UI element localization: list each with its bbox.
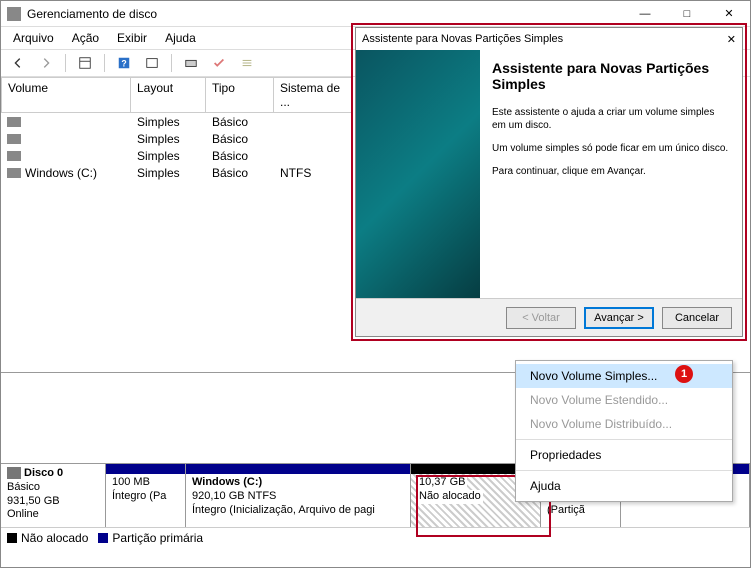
partition-size: 100 MB [112, 476, 179, 490]
wizard-text: Para continuar, clique em Avançar. [492, 165, 730, 178]
wizard-close-button[interactable]: ✕ [727, 33, 736, 46]
volume-name: Windows (C:) [25, 166, 97, 180]
drive-icon [7, 134, 21, 144]
list-button[interactable] [236, 53, 258, 73]
menu-exibir[interactable]: Exibir [109, 29, 155, 47]
col-filesystem[interactable]: Sistema de ... [274, 77, 352, 113]
col-tipo[interactable]: Tipo [206, 77, 274, 113]
refresh-button[interactable] [141, 53, 163, 73]
drive-icon [7, 117, 21, 127]
partition[interactable]: Windows (C:) 920,10 GB NTFS Íntegro (Ini… [186, 464, 411, 527]
separator [516, 470, 732, 471]
legend-primary: Partição primária [98, 531, 203, 545]
disk-type: Básico [7, 481, 99, 495]
menu-ajuda[interactable]: Ajuda [157, 29, 204, 47]
legend: Não alocado Partição primária [1, 527, 750, 547]
wizard-titlebar: Assistente para Novas Partições Simples … [356, 28, 742, 50]
partition-status: Não alocado [417, 490, 483, 504]
drive-icon [7, 151, 21, 161]
forward-button[interactable] [35, 53, 57, 73]
help-button[interactable]: ? [113, 53, 135, 73]
wizard-footer: < Voltar Avançar > Cancelar [356, 298, 742, 336]
window-title: Gerenciamento de disco [27, 7, 624, 21]
partition-size: 920,10 GB NTFS [192, 490, 404, 504]
volume-fs: NTFS [274, 166, 352, 180]
ctx-novo-volume-estendido: Novo Volume Estendido... [516, 388, 732, 412]
wizard-dialog: Assistente para Novas Partições Simples … [355, 27, 743, 337]
partition-status: Íntegro (Inicialização, Arquivo de pagi [192, 504, 404, 518]
disk-icon [7, 467, 21, 479]
partition-status: Íntegro (Pa [112, 490, 179, 504]
separator [516, 439, 732, 440]
disk-status: Online [7, 508, 99, 522]
menu-arquivo[interactable]: Arquivo [5, 29, 62, 47]
wizard-back-button: < Voltar [506, 307, 576, 329]
partition-name: Windows (C:) [192, 476, 404, 490]
svg-text:?: ? [121, 59, 126, 69]
partition-stripe [106, 464, 185, 474]
menu-acao[interactable]: Ação [64, 29, 107, 47]
check-button[interactable] [208, 53, 230, 73]
volume-tipo: Básico [206, 115, 274, 129]
wizard-text: Este assistente o ajuda a criar um volum… [492, 106, 730, 132]
back-button[interactable] [7, 53, 29, 73]
wizard-main: Assistente para Novas Partições Simples … [480, 50, 742, 298]
wizard-sidebar-image [356, 50, 480, 298]
disk-info[interactable]: Disco 0 Básico 931,50 GB Online [1, 464, 106, 527]
grid-button[interactable] [180, 53, 202, 73]
ctx-novo-volume-distribuido: Novo Volume Distribuído... [516, 412, 732, 436]
app-icon [7, 7, 21, 21]
close-button[interactable]: ✕ [708, 1, 750, 27]
partition-stripe [186, 464, 410, 474]
volume-layout: Simples [131, 132, 206, 146]
maximize-button[interactable]: □ [666, 1, 708, 27]
col-volume[interactable]: Volume [1, 77, 131, 113]
volume-layout: Simples [131, 166, 206, 180]
partition[interactable]: 100 MB Íntegro (Pa [106, 464, 186, 527]
wizard-cancel-button[interactable]: Cancelar [662, 307, 732, 329]
view-button[interactable] [74, 53, 96, 73]
legend-unallocated: Não alocado [7, 531, 88, 545]
volume-layout: Simples [131, 149, 206, 163]
ctx-novo-volume-simples[interactable]: Novo Volume Simples... [516, 364, 732, 388]
wizard-text: Um volume simples só pode ficar em um ún… [492, 142, 730, 155]
wizard-next-button[interactable]: Avançar > [584, 307, 654, 329]
separator [104, 54, 105, 72]
wizard-heading: Assistente para Novas Partições Simples [492, 60, 730, 92]
drive-icon [7, 168, 21, 178]
separator [65, 54, 66, 72]
minimize-button[interactable]: — [624, 1, 666, 27]
disk-name: Disco 0 [24, 467, 63, 479]
separator [171, 54, 172, 72]
titlebar: Gerenciamento de disco — □ ✕ [1, 1, 750, 27]
window-buttons: — □ ✕ [624, 1, 750, 27]
ctx-propriedades[interactable]: Propriedades [516, 443, 732, 467]
wizard-body: Assistente para Novas Partições Simples … [356, 50, 742, 298]
partition-size: 10,37 GB [417, 476, 467, 490]
volume-layout: Simples [131, 115, 206, 129]
context-menu: Novo Volume Simples... Novo Volume Esten… [515, 360, 733, 502]
col-layout[interactable]: Layout [131, 77, 206, 113]
step-badge-1: 1 [675, 365, 693, 383]
wizard-title: Assistente para Novas Partições Simples [362, 33, 563, 45]
ctx-ajuda[interactable]: Ajuda [516, 474, 732, 498]
volume-tipo: Básico [206, 132, 274, 146]
volume-tipo: Básico [206, 149, 274, 163]
volume-tipo: Básico [206, 166, 274, 180]
disk-size: 931,50 GB [7, 495, 99, 509]
